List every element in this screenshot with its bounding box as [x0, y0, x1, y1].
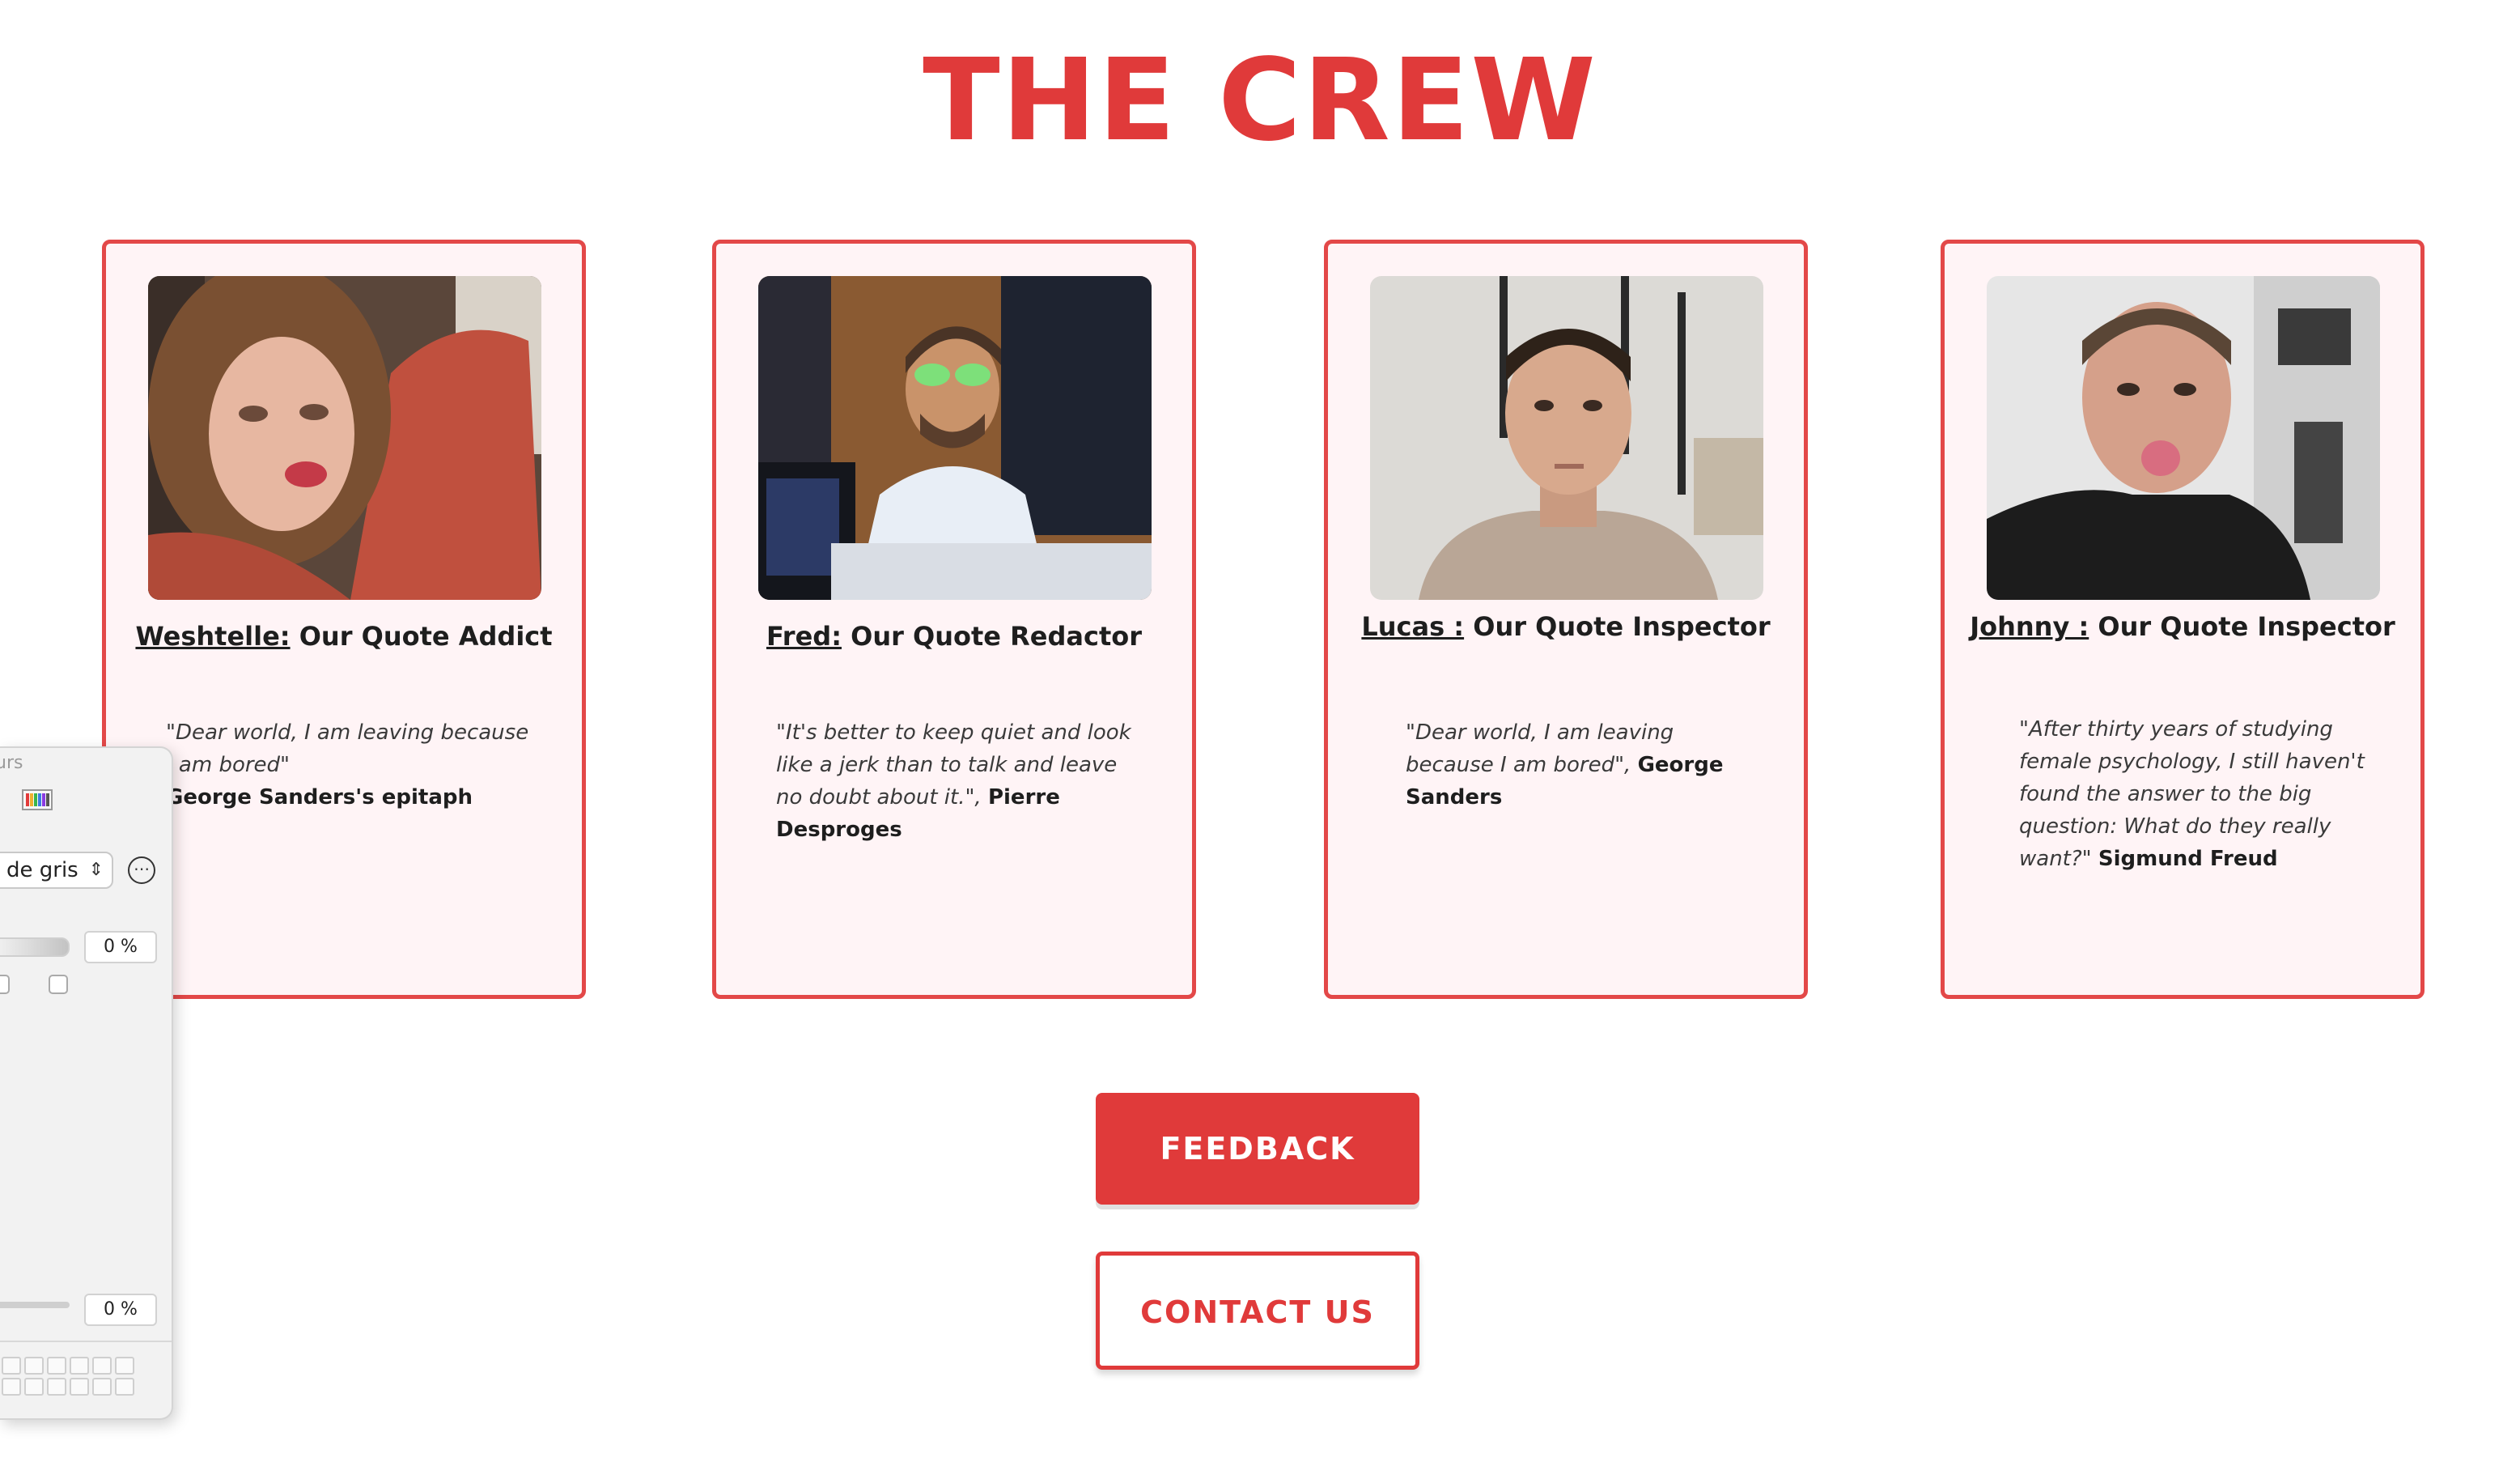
gray-percent-field[interactable]: 0 %: [84, 931, 157, 963]
swatch[interactable]: [92, 1378, 112, 1396]
crew-name: Fred: Our Quote Redactor: [716, 621, 1192, 652]
panel-title: urs: [0, 753, 23, 773]
more-options-icon[interactable]: ⋯: [128, 856, 155, 884]
option-checkbox[interactable]: [49, 975, 68, 994]
chevron-updown-icon: ⇕: [88, 860, 104, 880]
crew-role: Our Quote Inspector: [1464, 611, 1771, 642]
quote-text: "It's better to keep quiet and look like…: [776, 720, 1131, 810]
swatch[interactable]: [2, 1378, 21, 1396]
crew-quote: "Dear world, I am leaving because I am b…: [1406, 716, 1762, 814]
swatch[interactable]: [115, 1378, 134, 1396]
quote-text: "Dear world, I am leaving because I am b…: [1406, 720, 1674, 777]
contact-us-button[interactable]: CONTACT US: [1096, 1252, 1419, 1370]
feedback-button[interactable]: FEEDBACK: [1096, 1093, 1419, 1205]
woman-selfie-photo: [148, 276, 541, 600]
crew-role: Our Quote Inspector: [2089, 611, 2395, 642]
quote-author: George Sanders's epitaph: [166, 785, 473, 810]
color-sliders-icon[interactable]: [0, 787, 15, 813]
swatch[interactable]: [92, 1357, 112, 1375]
color-mode-value: de gris: [6, 858, 78, 882]
quote-text: "Dear world, I am leaving because I am b…: [166, 720, 529, 777]
swatch[interactable]: [115, 1357, 134, 1375]
crew-card-weshtelle: Weshtelle: Our Quote Addict "Dear world,…: [102, 240, 586, 999]
swatch[interactable]: [24, 1357, 44, 1375]
man-portrait-photo: [1370, 276, 1763, 600]
crew-card-lucas: Lucas : Our Quote Inspector "Dear world,…: [1324, 240, 1808, 999]
crew-role: Our Quote Addict: [290, 621, 553, 652]
swatch[interactable]: [47, 1378, 66, 1396]
opacity-percent-field[interactable]: 0 %: [84, 1294, 157, 1326]
color-panel[interactable]: urs de gris ⇕ ⋯ 0 % 0 %: [0, 746, 173, 1420]
crew-name-link[interactable]: Fred:: [766, 621, 842, 652]
opacity-slider[interactable]: [0, 1302, 70, 1308]
crew-card-fred: Fred: Our Quote Redactor "It's better to…: [712, 240, 1196, 999]
crew-name-link[interactable]: Weshtelle:: [135, 621, 290, 652]
crew-quote: "It's better to keep quiet and look like…: [776, 716, 1148, 846]
color-mode-select[interactable]: de gris ⇕: [0, 852, 113, 889]
crew-name-link[interactable]: Lucas :: [1361, 611, 1464, 642]
crew-role: Our Quote Redactor: [841, 621, 1143, 652]
swatch[interactable]: [70, 1357, 89, 1375]
swatch[interactable]: [2, 1357, 21, 1375]
crew-name: Weshtelle: Our Quote Addict: [106, 621, 582, 652]
crew-name: Lucas : Our Quote Inspector: [1328, 611, 1804, 642]
swatch[interactable]: [24, 1378, 44, 1396]
crew-name-link[interactable]: Johnny :: [1970, 611, 2089, 642]
swatch-grid[interactable]: [2, 1357, 134, 1396]
crew-card-johnny: Johnny : Our Quote Inspector "After thir…: [1941, 240, 2425, 999]
swatch[interactable]: [47, 1357, 66, 1375]
man-at-desk-photo: [758, 276, 1152, 600]
color-palettes-icon[interactable]: [21, 787, 53, 813]
crew-name: Johnny : Our Quote Inspector: [1945, 611, 2420, 642]
swatch[interactable]: [70, 1378, 89, 1396]
man-tongue-photo: [1987, 276, 2380, 600]
page-title: THE CREW: [923, 35, 1597, 167]
quote-author: Sigmund Freud: [2098, 847, 2278, 871]
gray-slider[interactable]: [0, 937, 70, 957]
crew-quote: "Dear world, I am leaving because I am b…: [166, 716, 538, 814]
divider: [0, 1341, 172, 1342]
crew-quote: "After thirty years of studying female p…: [2019, 713, 2383, 875]
option-checkbox[interactable]: [0, 975, 10, 994]
